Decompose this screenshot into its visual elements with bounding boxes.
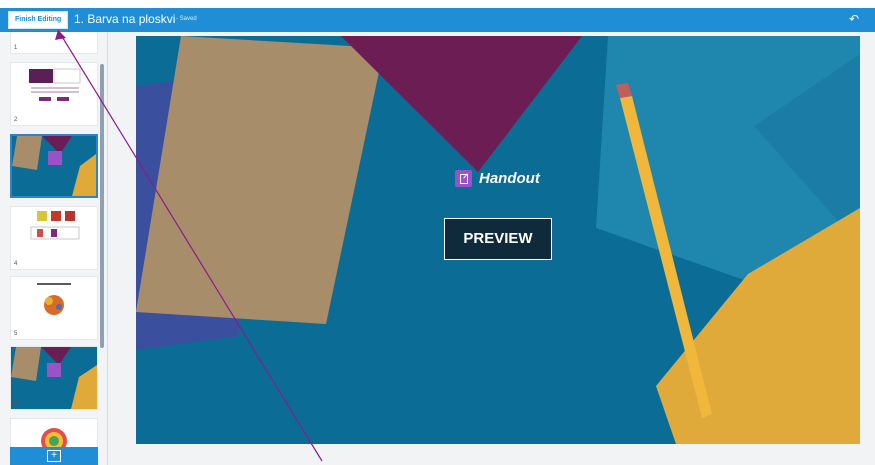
slide-thumb-3[interactable]: 3	[10, 134, 98, 198]
handout-label: Handout	[479, 169, 540, 187]
top-toolbar: Finish Editing 1. Barva na ploskvi - Sav…	[0, 8, 875, 32]
slide-thumb-4-preview	[30, 211, 80, 240]
slide-thumb-3-preview	[12, 136, 96, 196]
add-slide-button[interactable]: +	[10, 447, 98, 465]
slide-number: 1	[14, 45, 18, 51]
slide-thumb-5[interactable]: 5	[10, 276, 98, 340]
slide-number: 2	[14, 117, 18, 123]
finish-editing-button[interactable]: Finish Editing	[8, 11, 69, 29]
slide-number: 5	[14, 331, 18, 337]
slide-sidebar[interactable]: 1 2 3 4 5 6 +	[0, 32, 108, 465]
presentation-title: 1. Barva na ploskvi	[74, 12, 176, 26]
preview-button[interactable]: PREVIEW	[444, 218, 552, 260]
editor-canvas: Handout PREVIEW	[108, 32, 875, 465]
slide-thumb-6[interactable]: 6	[10, 346, 98, 410]
slide-number: 3	[15, 188, 19, 194]
slide-thumb-5-preview	[37, 283, 71, 315]
slide-canvas[interactable]: Handout PREVIEW	[136, 36, 860, 444]
slide-thumb-4[interactable]: 4	[10, 206, 98, 270]
undo-icon[interactable]: ↶	[849, 13, 859, 25]
slide-thumb-2[interactable]: 2	[10, 62, 98, 126]
slide-number: 4	[14, 261, 18, 267]
slide-thumb-1[interactable]: 1	[10, 32, 98, 54]
slide-thumb-2-preview	[29, 68, 81, 101]
sidebar-scrollbar[interactable]	[100, 64, 104, 348]
save-status: - Saved	[176, 16, 197, 22]
handout-label-group: Handout	[455, 168, 540, 188]
slide-thumb-6-preview	[11, 347, 97, 409]
slide-number: 6	[14, 401, 18, 407]
add-slide-icon: +	[47, 450, 61, 462]
handout-icon	[455, 169, 472, 187]
